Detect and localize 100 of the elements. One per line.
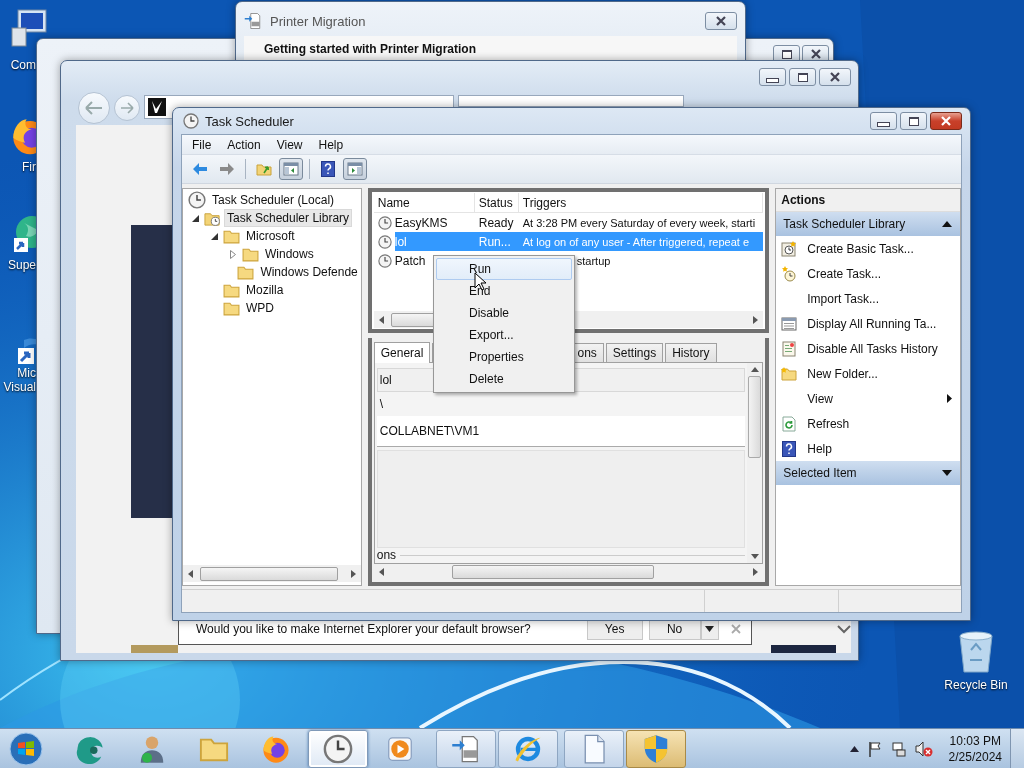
desktop-icon-label[interactable]: Supe: [0, 258, 36, 272]
notification-text: Would you like to make Internet Explorer your default browser?: [196, 622, 531, 636]
scrollbar[interactable]: [183, 565, 361, 582]
tree-item[interactable]: Microsoft: [243, 227, 298, 245]
task-name[interactable]: Patch: [394, 253, 426, 268]
author-text: COLLABNET\VM1: [379, 424, 480, 438]
network-icon[interactable]: [890, 740, 907, 757]
task-name[interactable]: EasyKMS: [394, 215, 448, 230]
caret-icon: [705, 626, 715, 632]
arrow-left-icon: [85, 101, 103, 115]
time-text: 10:03 PM: [949, 732, 1001, 749]
show-desktop-button[interactable]: [1010, 728, 1024, 768]
pane-command[interactable]: Display All Running Ta...: [776, 311, 960, 336]
clock-icon: [377, 253, 392, 268]
menu-item[interactable]: Disable: [436, 302, 572, 324]
arrow-right-icon: [120, 102, 134, 114]
pane-command[interactable]: Create Task...: [776, 261, 960, 286]
scroll-down-icon[interactable]: [750, 554, 759, 559]
tree-item[interactable]: Task Scheduler (Local): [209, 191, 338, 209]
pane-command[interactable]: Help: [776, 436, 960, 461]
column-header[interactable]: Name: [373, 193, 475, 212]
collapse-icon: [942, 221, 952, 227]
menu-item[interactable]: Run: [436, 258, 572, 280]
section-header[interactable]: Task Scheduler Library: [776, 212, 960, 236]
tree-item[interactable]: Mozilla: [243, 281, 287, 299]
site-icon: [148, 98, 166, 116]
notes-icon: [781, 340, 798, 357]
task-trigger: startup: [576, 254, 611, 267]
pane-command[interactable]: Refresh: [776, 411, 960, 436]
taskbar-button[interactable]: [498, 729, 558, 768]
printer-icon: [451, 733, 481, 764]
taskbar-button[interactable]: [308, 729, 368, 768]
desktop-icon-label[interactable]: Fir: [0, 160, 36, 174]
menu-item[interactable]: Delete: [436, 368, 572, 390]
menu-bar-item[interactable]: Action: [219, 135, 269, 154]
taskbar-button[interactable]: [626, 729, 686, 768]
maximize-button[interactable]: [789, 68, 816, 86]
speaker-muted-icon[interactable]: [914, 740, 933, 757]
minimize-button[interactable]: [759, 68, 786, 86]
chevron-up-icon[interactable]: [849, 745, 859, 752]
close-button[interactable]: [705, 12, 737, 30]
expander-icon[interactable]: [192, 214, 199, 222]
scroll-right-icon[interactable]: [753, 568, 759, 576]
column-header[interactable]: Status: [474, 193, 519, 212]
menu-item[interactable]: Export...: [436, 324, 572, 346]
clock-icon: [183, 113, 199, 129]
scroll-left-icon[interactable]: [188, 569, 193, 578]
scrollbar[interactable]: [747, 363, 763, 563]
printer-icon: [244, 12, 262, 30]
pane-command[interactable]: Import Task...: [776, 286, 960, 311]
column-header[interactable]: Triggers: [518, 193, 764, 212]
chevron-down-icon[interactable]: [837, 624, 851, 634]
menu-item[interactable]: End: [436, 280, 572, 302]
scroll-right-icon[interactable]: [350, 569, 356, 578]
clock-icon: [323, 733, 353, 764]
pane-icon: [283, 161, 299, 177]
search-field[interactable]: [458, 95, 684, 107]
tree-item[interactable]: Windows: [262, 245, 317, 263]
window-title: Printer Migration: [270, 13, 366, 29]
pane-command[interactable]: View: [776, 386, 960, 411]
recycle-bin-icon: [957, 630, 995, 674]
close-icon: [829, 72, 841, 82]
minimize-button[interactable]: [870, 112, 897, 130]
menu-bar-item[interactable]: Help: [310, 135, 352, 154]
pane-command[interactable]: Create Basic Task...: [776, 236, 960, 261]
tab[interactable]: General: [373, 342, 431, 363]
close-button[interactable]: [819, 68, 851, 86]
clock[interactable]: 10:03 PM 2/25/2024: [940, 732, 1010, 765]
maximize-button[interactable]: [900, 112, 927, 130]
pane-command[interactable]: Disable All Tasks History: [776, 336, 960, 361]
page-banner: [131, 645, 178, 653]
recycle-bin-label[interactable]: Recycle Bin: [944, 678, 1008, 692]
flag-icon[interactable]: [866, 740, 883, 757]
arrow-right-icon: [219, 161, 235, 177]
help-icon: [781, 440, 798, 457]
close-button[interactable]: [930, 112, 962, 130]
tree-item[interactable]: Task Scheduler Library: [224, 209, 353, 227]
pane-command[interactable]: New Folder...: [776, 361, 960, 386]
help-icon: [320, 161, 336, 177]
expander-icon[interactable]: [211, 232, 218, 240]
scroll-left-icon[interactable]: [378, 568, 384, 576]
computer-icon: [10, 8, 50, 48]
section-header[interactable]: Selected Item: [776, 461, 960, 485]
scroll-right-icon[interactable]: [753, 315, 759, 324]
taskbar-button[interactable]: [436, 729, 496, 768]
tree-item[interactable]: WPD: [243, 299, 277, 317]
menu-bar-item[interactable]: View: [268, 135, 311, 154]
desktop-icon-label[interactable]: Com: [0, 58, 36, 72]
tree-item[interactable]: Windows Defende: [257, 263, 361, 281]
tab[interactable]: History: [665, 343, 717, 362]
tab[interactable]: Settings: [605, 343, 664, 362]
scroll-left-icon[interactable]: [378, 315, 384, 324]
list-icon: [781, 315, 798, 332]
description-field[interactable]: [376, 450, 746, 548]
menu-bar-item[interactable]: File: [184, 135, 220, 154]
arrow-left-icon: [192, 161, 208, 177]
taskbar-button[interactable]: [564, 729, 624, 768]
location-text: \: [379, 397, 384, 411]
desktop-icon-label[interactable]: Mic Visual: [0, 366, 36, 394]
scroll-up-icon[interactable]: [750, 367, 759, 372]
